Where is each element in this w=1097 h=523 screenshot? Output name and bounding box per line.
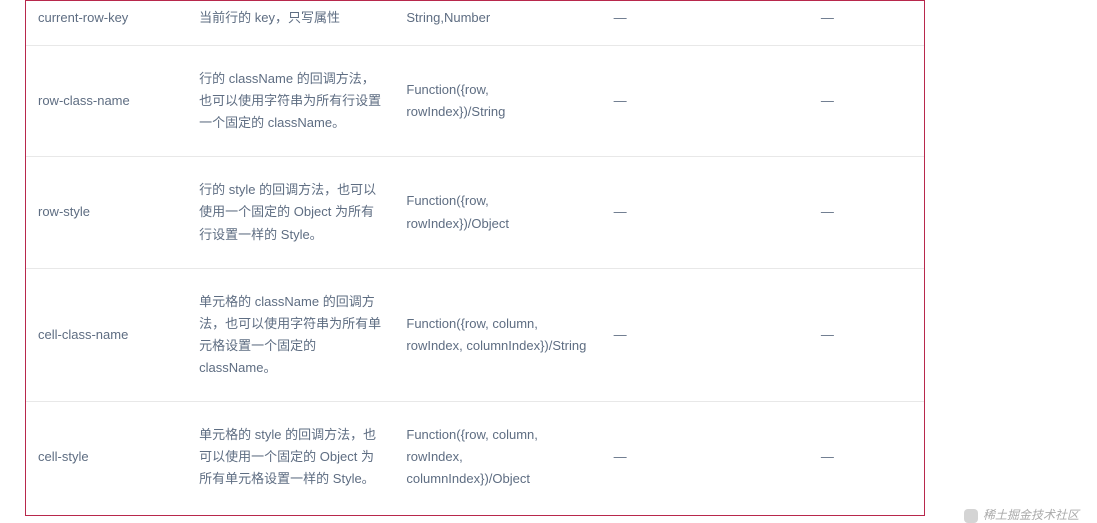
api-table-container: current-row-key 当前行的 key，只写属性 String,Num… bbox=[25, 0, 925, 516]
attr-desc: 行的 style 的回调方法，也可以使用一个固定的 Object 为所有行设置一… bbox=[187, 157, 394, 268]
attr-desc: 单元格的 style 的回调方法，也可以使用一个固定的 Object 为所有单元… bbox=[187, 402, 394, 513]
attr-default: — bbox=[821, 204, 834, 219]
table-row: row-style 行的 style 的回调方法，也可以使用一个固定的 Obje… bbox=[26, 157, 924, 268]
api-attributes-table: current-row-key 当前行的 key，只写属性 String,Num… bbox=[26, 1, 924, 512]
attr-options: — bbox=[614, 204, 627, 219]
attr-name: row-class-name bbox=[26, 46, 187, 157]
attr-options: — bbox=[614, 93, 627, 108]
attr-default: — bbox=[821, 10, 834, 25]
attr-default: — bbox=[821, 449, 834, 464]
attr-type: Function({row, rowIndex})/Object bbox=[394, 157, 601, 268]
attr-name: current-row-key bbox=[26, 1, 187, 46]
attr-desc: 行的 className 的回调方法，也可以使用字符串为所有行设置一个固定的 c… bbox=[187, 46, 394, 157]
attr-name: row-style bbox=[26, 157, 187, 268]
attr-type: Function({row, column, rowIndex, columnI… bbox=[394, 268, 601, 401]
attr-type: Function({row, column, rowIndex, columnI… bbox=[394, 402, 601, 513]
watermark-text: 稀土掘金技术社区 bbox=[983, 508, 1079, 522]
table-row: current-row-key 当前行的 key，只写属性 String,Num… bbox=[26, 1, 924, 46]
attr-options: — bbox=[614, 449, 627, 464]
attr-type: Function({row, rowIndex})/String bbox=[394, 46, 601, 157]
attr-options: — bbox=[614, 10, 627, 25]
watermark: 稀土掘金技术社区 bbox=[964, 506, 1079, 523]
attr-options: — bbox=[614, 327, 627, 342]
attr-desc: 当前行的 key，只写属性 bbox=[187, 1, 394, 46]
attr-default: — bbox=[821, 327, 834, 342]
attr-desc: 单元格的 className 的回调方法，也可以使用字符串为所有单元格设置一个固… bbox=[187, 268, 394, 401]
attr-type: String,Number bbox=[394, 1, 601, 46]
attr-default: — bbox=[821, 93, 834, 108]
attr-name: cell-style bbox=[26, 402, 187, 513]
watermark-icon bbox=[964, 509, 978, 523]
table-row: cell-style 单元格的 style 的回调方法，也可以使用一个固定的 O… bbox=[26, 402, 924, 513]
table-row: row-class-name 行的 className 的回调方法，也可以使用字… bbox=[26, 46, 924, 157]
table-row: cell-class-name 单元格的 className 的回调方法，也可以… bbox=[26, 268, 924, 401]
attr-name: cell-class-name bbox=[26, 268, 187, 401]
